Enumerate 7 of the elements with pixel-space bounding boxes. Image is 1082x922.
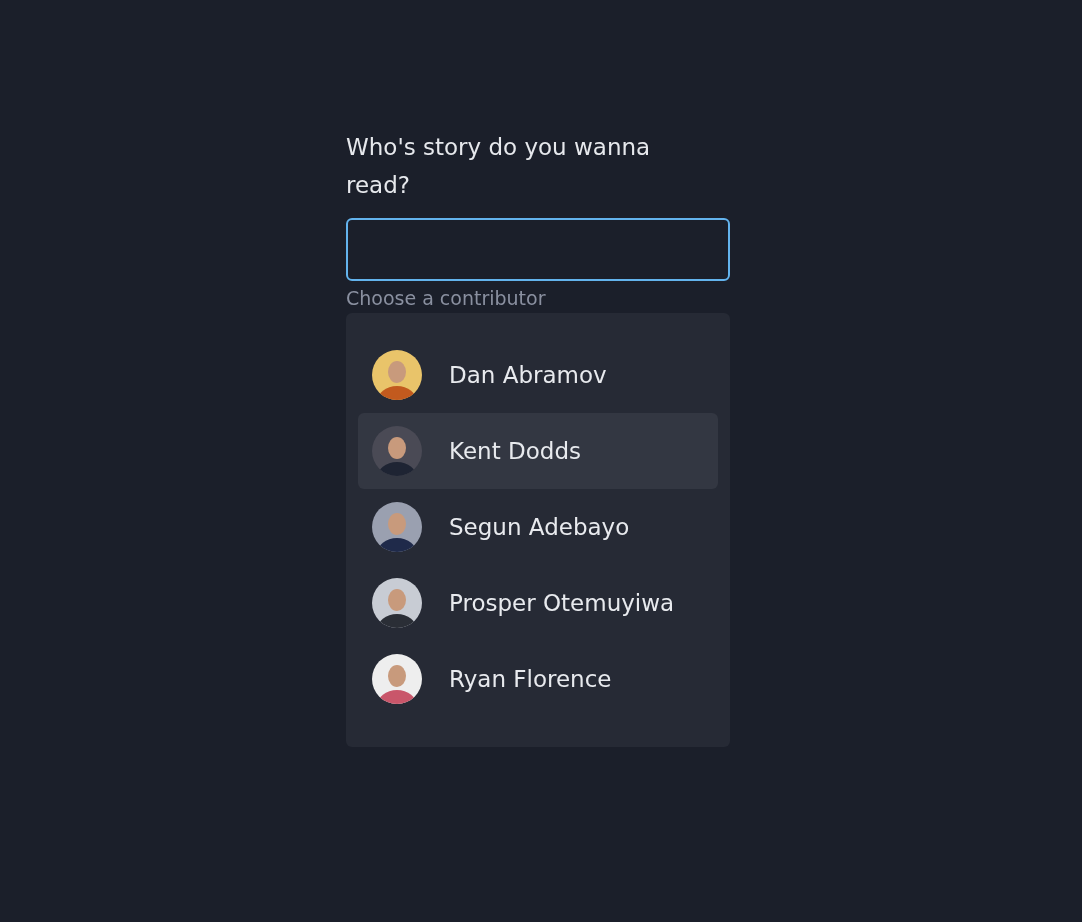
- input-field[interactable]: [346, 218, 730, 281]
- field-label: Who's story do you wanna read?: [346, 133, 652, 200]
- dropdown-option[interactable]: Ryan Florence: [358, 641, 718, 717]
- helper-text: Choose a contributor: [346, 286, 547, 311]
- dropdown-option[interactable]: Segun Adebayo: [358, 489, 718, 565]
- dropdown-option[interactable]: Kent Dodds: [358, 413, 718, 489]
- dropdown-option[interactable]: Prosper Otemuyiwa: [358, 565, 718, 641]
